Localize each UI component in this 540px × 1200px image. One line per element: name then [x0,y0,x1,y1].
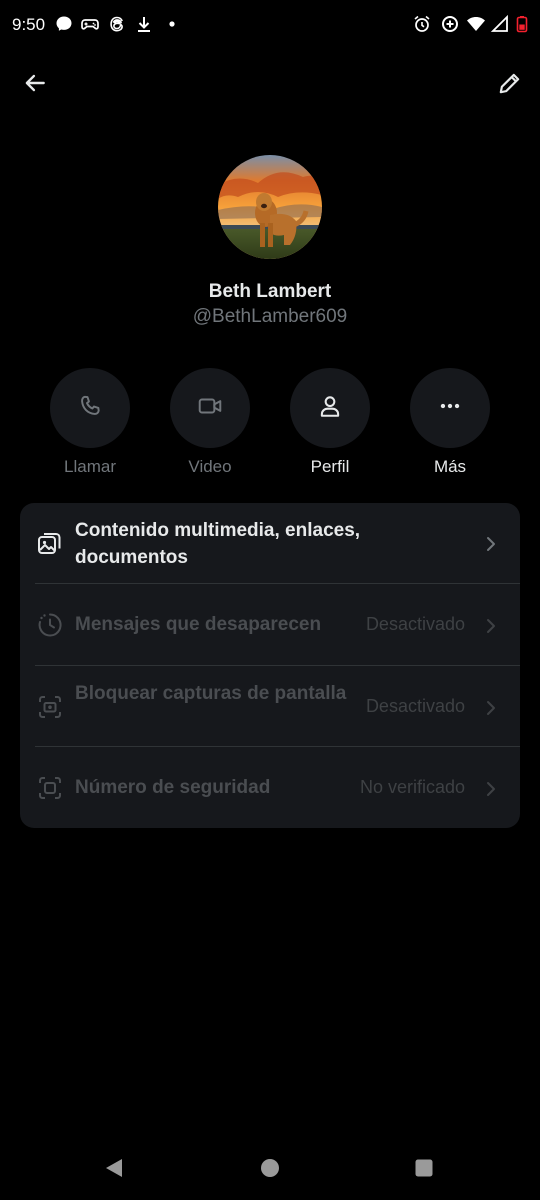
settings-card: Contenido multimedia, enlaces, documento… [20,503,520,828]
status-time: 9:50 [12,15,46,34]
arrow-left-icon [22,70,48,101]
profile-label: Perfil [310,457,350,476]
profile-name: Beth Lambert [208,281,332,302]
screenshot-icon [36,693,64,721]
dot-icon [162,14,182,34]
nav-recents-button[interactable] [406,1152,442,1188]
messenger-icon [54,14,74,34]
call-circle [50,368,130,448]
video-button[interactable]: Video [165,368,255,477]
disappearing-messages-row[interactable]: Mensajes que desaparecen Desactivado [20,584,520,665]
more-button[interactable]: Más [405,368,495,477]
circle-home-icon [259,1157,281,1184]
edit-button[interactable] [489,64,531,106]
profile-circle [290,368,370,448]
more-label: Más [433,457,467,476]
wifi-icon [466,14,486,34]
more-circle [410,368,490,448]
media-links-docs-title: Contenido multimedia, enlaces, documento… [75,520,361,568]
triangle-back-icon [103,1157,125,1184]
call-button[interactable]: Llamar [45,368,135,477]
status-bar: 9:50 [0,0,540,50]
threads-icon [107,14,127,34]
video-circle [170,368,250,448]
timer-icon [36,611,64,639]
profile-handle: @BethLamber609 [192,306,348,327]
person-icon [317,393,343,424]
phone-icon [77,393,103,424]
download-icon [134,14,154,34]
security-number-title: Número de seguridad [75,777,271,798]
profile-button[interactable]: Perfil [285,368,375,477]
nav-back-button[interactable] [96,1152,132,1188]
battery-icon [512,14,532,34]
block-screenshots-value: Desactivado [365,696,465,716]
signal-icon [490,14,510,34]
chevron-right-icon [482,535,500,553]
disappearing-messages-value: Desactivado [365,614,465,634]
security-icon [36,774,64,802]
disappearing-messages-title: Mensajes que desaparecen [75,614,322,635]
block-screenshots-title: Bloquear capturas de pantalla [75,683,347,704]
square-recents-icon [413,1157,435,1184]
media-links-docs-row[interactable]: Contenido multimedia, enlaces, documento… [20,503,520,584]
avatar[interactable] [218,155,322,259]
chevron-right-icon [482,780,500,798]
video-label: Video [188,457,232,476]
security-number-value: No verificado [359,777,465,797]
back-button[interactable] [14,64,56,106]
chevron-right-icon [482,699,500,717]
gamepad-icon [80,14,100,34]
nav-home-button[interactable] [252,1152,288,1188]
alarm-icon [412,14,432,34]
security-number-row[interactable]: Número de seguridad No verificado [20,747,520,828]
chevron-right-icon [482,617,500,635]
media-icon [36,529,64,557]
block-screenshots-row[interactable]: Bloquear capturas de pantalla Desactivad… [20,666,520,747]
data-saver-icon [440,14,460,34]
pencil-icon [497,70,523,101]
video-icon [197,393,223,424]
call-label: Llamar [64,457,116,476]
more-icon [437,393,463,424]
